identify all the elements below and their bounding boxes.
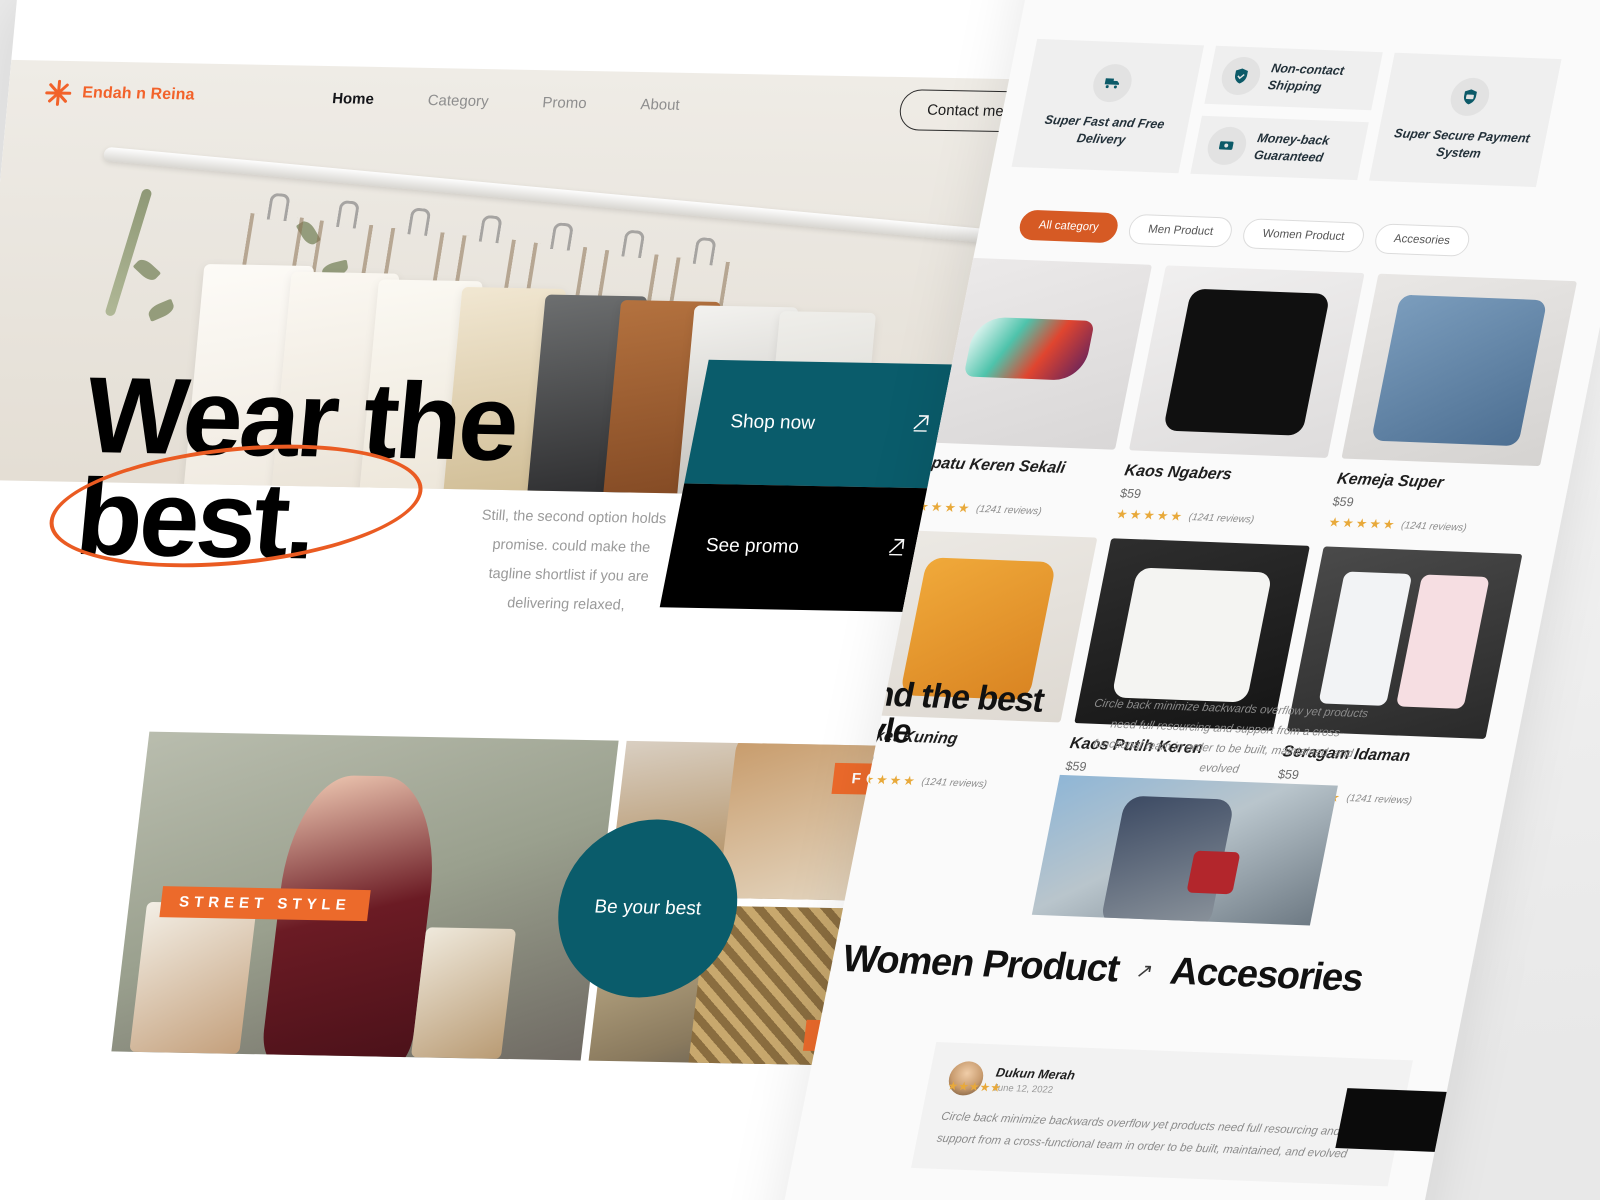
review-count: (1241 reviews) <box>1400 519 1468 534</box>
product-name: Kemeja Super <box>1335 470 1445 492</box>
features-row: Super Fast and Free Delivery Non-contact… <box>1011 38 1600 190</box>
cash-icon <box>1204 126 1250 166</box>
product-rating: ★★★★★ (1241 reviews) <box>847 771 1049 795</box>
product-rating: ★★★★★ (1241 reviews) <box>1327 514 1529 538</box>
nav-item-promo[interactable]: Promo <box>542 94 588 112</box>
section-links: Women Product ↗ Accesories <box>838 938 1367 1001</box>
product-card[interactable]: Kaos Ngabers $59 ★★★★★ (1241 reviews) <box>1114 265 1365 530</box>
presentation-stage: Endah n Reina Home Category Promo About … <box>0 0 1600 1200</box>
nav-links: Home Category Promo About <box>331 90 680 114</box>
arrow-up-right-icon <box>907 410 936 442</box>
link-accesories[interactable]: Accesories <box>1167 951 1367 1001</box>
star-rating-icon: ★★★★★ <box>1327 514 1399 533</box>
feature-label: Super Secure Payment System <box>1393 126 1532 161</box>
feature-label: Super Fast and Free Delivery <box>1043 112 1166 147</box>
product-thumbnail-black-tee <box>1128 265 1365 458</box>
shield-check-icon <box>1218 56 1264 96</box>
category-filter-pills: All category Men Product Women Product A… <box>1017 209 1472 257</box>
nav-item-about[interactable]: About <box>640 96 681 114</box>
headline-line-2-wrap: best. <box>48 429 424 582</box>
testimonial-header: Dukun Merah June 12, 2022 <box>945 1060 1390 1112</box>
hero-headline: Wear the best. <box>48 354 522 582</box>
hero-paragraph: Still, the second option holds promise. … <box>481 507 667 614</box>
headline-line-2: best. <box>71 455 320 581</box>
testimonial-card: ★★★★★ Dukun Merah June 12, 2022 Circle b… <box>911 1041 1413 1187</box>
shopping-bags <box>129 901 257 1054</box>
leaf-decor <box>146 298 176 322</box>
testimonial-date: June 12, 2022 <box>992 1082 1055 1096</box>
review-count: (1241 reviews) <box>975 503 1043 517</box>
leaf-decor <box>132 256 162 284</box>
filter-pill-accesories[interactable]: Accesories <box>1372 223 1472 257</box>
lifestyle-photo <box>1031 774 1338 926</box>
arrow-up-right-icon <box>882 533 911 565</box>
style-section-body: Circle back minimize backwards overflow … <box>1092 697 1370 777</box>
product-rating: ★★★★★ (1241 reviews) <box>1114 506 1316 530</box>
starburst-icon <box>43 79 74 108</box>
feature-label: Non-contact Shipping <box>1266 61 1346 95</box>
nav-item-home[interactable]: Home <box>331 90 374 108</box>
feature-label: Money-back Guaranteed <box>1252 131 1331 165</box>
shop-now-label: Shop now <box>729 411 816 434</box>
link-women-product[interactable]: Women Product <box>838 938 1123 992</box>
feature-card-shipping: Non-contact Shipping <box>1204 45 1383 111</box>
review-count: (1241 reviews) <box>1187 511 1256 526</box>
testimonial-body: Circle back minimize backwards overflow … <box>935 1110 1349 1161</box>
review-count: (1241 reviews) <box>920 776 988 790</box>
filter-pill-all-category[interactable]: All category <box>1017 209 1121 244</box>
brand-name: Endah n Reina <box>81 84 196 104</box>
vine-decor <box>104 188 153 317</box>
product-rating: ★★★★★ (1241 reviews) <box>902 498 1104 522</box>
product-price: $59 <box>906 478 1107 500</box>
filter-pill-men-product[interactable]: Men Product <box>1126 213 1235 248</box>
product-card[interactable]: Kemeja Super $59 ★★★★★ (1241 reviews) <box>1327 273 1578 538</box>
truck-icon <box>1089 63 1136 103</box>
clothes-rail <box>102 146 1055 250</box>
feature-card-delivery: Super Fast and Free Delivery <box>1011 38 1205 174</box>
star-rating-icon: ★★★★★ <box>1114 506 1186 524</box>
arrow-up-right-icon: ↗ <box>1134 960 1156 983</box>
product-name: Sepatu Keren Sekali <box>910 454 1067 477</box>
product-price: $59 <box>1118 486 1143 502</box>
filter-pill-women-product[interactable]: Women Product <box>1240 218 1367 253</box>
shopping-bags <box>410 927 517 1059</box>
testimonial-author: Dukun Merah <box>994 1065 1077 1083</box>
feature-card-secure-payment: Super Secure Payment System <box>1369 52 1562 188</box>
review-count: (1241 reviews) <box>1345 792 1413 807</box>
nav-item-category[interactable]: Category <box>427 91 489 109</box>
category-card-street-style[interactable]: STREET STYLE <box>111 731 619 1061</box>
secure-card-icon <box>1447 77 1493 117</box>
badge-label: Be your best <box>593 896 703 920</box>
category-label-street: STREET STYLE <box>159 886 371 922</box>
brand-logo[interactable]: Endah n Reina <box>43 79 196 110</box>
features-middle-column: Non-contact Shipping Money-back Guarante… <box>1190 45 1383 181</box>
product-thumbnail-denim-shirt <box>1341 273 1578 467</box>
product-price: $59 <box>1331 494 1355 510</box>
see-promo-label: See promo <box>704 535 800 558</box>
product-name: Kaos Ngabers <box>1123 462 1234 484</box>
star-rating-icon: ★★★★★ <box>946 1078 1003 1095</box>
feature-card-money-back: Money-back Guaranteed <box>1190 115 1369 181</box>
